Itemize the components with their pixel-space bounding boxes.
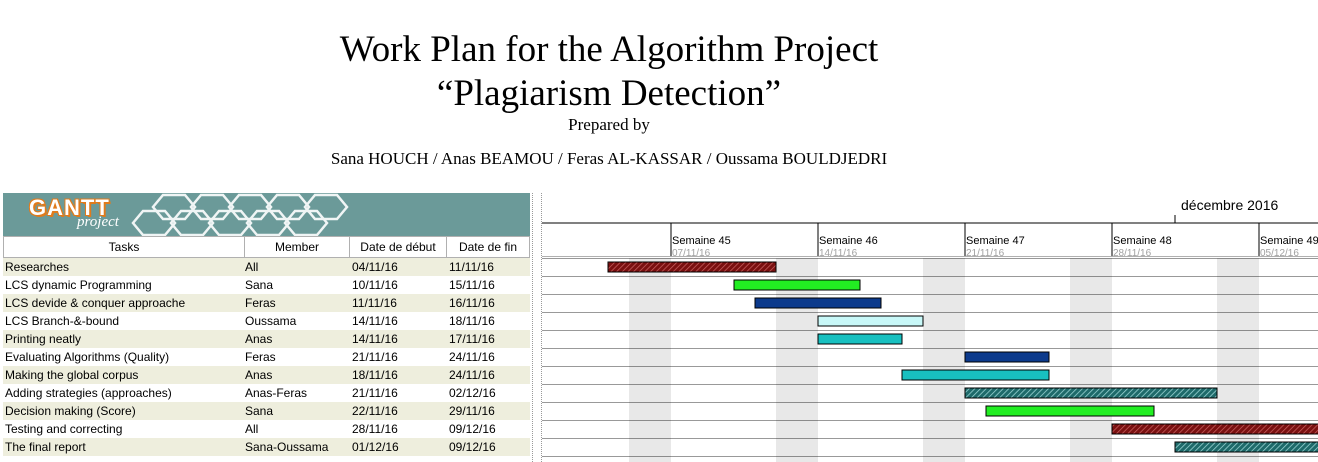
task-start-cell: 04/11/16 xyxy=(352,260,398,274)
task-table-header: Tasks Member Date de début Date de fin xyxy=(3,236,530,258)
task-name-cell: Evaluating Algorithms (Quality) xyxy=(5,350,170,364)
task-end-cell: 18/11/16 xyxy=(449,314,495,328)
ganttproject-logo: GANTT project xyxy=(29,195,119,230)
column-header-end-date[interactable]: Date de fin xyxy=(447,237,530,257)
column-header-start-date[interactable]: Date de début xyxy=(350,237,447,257)
task-bar xyxy=(985,405,1155,417)
column-header-member[interactable]: Member xyxy=(245,237,350,257)
weekend-shading xyxy=(923,258,965,462)
task-member-cell: Oussama xyxy=(245,314,297,328)
task-start-cell: 22/11/16 xyxy=(352,404,398,418)
task-start-cell: 28/11/16 xyxy=(352,422,398,436)
task-member-cell: Feras xyxy=(245,296,276,310)
task-end-cell: 09/12/16 xyxy=(449,422,496,436)
gantt-timeline: décembre 2016 Semaine 4507/11/16 Semaine 4… xyxy=(542,193,1318,462)
task-start-cell: 21/11/16 xyxy=(352,350,398,364)
table-row[interactable]: Decision making (Score) Sana 22/11/16 29/11… xyxy=(3,402,530,420)
week-label: Semaine 49 xyxy=(1260,235,1318,247)
weekend-shading xyxy=(1070,258,1112,462)
table-row[interactable]: Researches All 04/11/16 11/11/16 xyxy=(3,258,530,276)
week-label: Semaine 47 xyxy=(966,235,1025,247)
task-end-cell: 24/11/16 xyxy=(449,368,495,382)
task-start-cell: 14/11/16 xyxy=(352,314,398,328)
task-name-cell: The final report xyxy=(5,440,86,454)
task-member-cell: Anas xyxy=(245,332,273,346)
document-title: Work Plan for the Algorithm Project xyxy=(339,29,879,70)
task-end-cell: 09/12/16 xyxy=(449,440,496,454)
task-name-cell: LCS Branch-&-bound xyxy=(5,314,120,328)
table-row[interactable]: LCS devide & conquer approache Feras 11/11… xyxy=(3,294,530,312)
task-start-cell: 21/11/16 xyxy=(352,386,398,400)
task-name-cell: Adding strategies (approaches) xyxy=(5,386,172,400)
task-name-cell: Researches xyxy=(5,260,70,274)
table-row[interactable]: Adding strategies (approaches) Anas-Feras… xyxy=(3,384,530,402)
task-end-cell: 15/11/16 xyxy=(449,278,495,292)
gantt-chart-panel: GANTT project Tasks Member Date de début… xyxy=(3,193,1318,462)
task-member-cell: All xyxy=(245,422,259,436)
task-end-cell: 16/11/16 xyxy=(449,296,495,310)
task-bar xyxy=(964,387,1218,399)
task-bar xyxy=(733,279,861,291)
month-label: décembre 2016 xyxy=(1181,197,1279,213)
week-date: 05/12/16 xyxy=(1260,248,1299,259)
task-member-cell: Sana xyxy=(245,404,274,418)
week-label: Semaine 48 xyxy=(1113,235,1172,247)
table-row[interactable]: The final report Sana-Oussama 01/12/16 09/1… xyxy=(3,438,530,456)
task-bar xyxy=(817,315,924,327)
task-name-cell: Testing and correcting xyxy=(5,422,123,436)
week-date: 07/11/16 xyxy=(672,248,711,259)
week-label: Semaine 46 xyxy=(819,235,878,247)
task-bar xyxy=(901,369,1050,381)
task-member-cell: All xyxy=(245,260,259,274)
task-bar xyxy=(817,333,903,345)
table-row[interactable]: Testing and correcting All 28/11/16 09/12/1… xyxy=(3,420,530,438)
task-start-cell: 10/11/16 xyxy=(352,278,398,292)
task-name-cell: Printing neatly xyxy=(5,332,82,346)
table-row[interactable]: Evaluating Algorithms (Quality) Feras 21/1… xyxy=(3,348,530,366)
table-row[interactable]: Making the global corpus Anas 18/11/16 24/1… xyxy=(3,366,530,384)
task-end-cell: 02/12/16 xyxy=(449,386,496,400)
hexagon-pattern-decoration xyxy=(131,193,349,236)
task-bar xyxy=(607,261,777,273)
column-header-tasks[interactable]: Tasks xyxy=(3,237,245,257)
task-bar xyxy=(1174,441,1318,453)
task-name-cell: LCS dynamic Programming xyxy=(5,278,152,292)
task-end-cell: 29/11/16 xyxy=(449,404,495,418)
task-end-cell: 24/11/16 xyxy=(449,350,495,364)
task-name-cell: LCS devide & conquer approache xyxy=(5,296,186,310)
task-name-cell: Decision making (Score) xyxy=(5,404,136,418)
task-bar xyxy=(754,297,882,309)
authors-line: Sana HOUCH / Anas BEAMOU / Feras AL-KASS… xyxy=(330,149,888,168)
task-bar xyxy=(964,351,1050,363)
week-label: Semaine 45 xyxy=(672,235,731,247)
week-date: 14/11/16 xyxy=(819,248,858,259)
task-member-cell: Sana-Oussama xyxy=(245,440,329,454)
task-table-body: Researches All 04/11/16 11/11/16 LCS dynamic… xyxy=(3,258,530,456)
week-date: 21/11/16 xyxy=(966,248,1005,259)
table-row[interactable]: LCS Branch-&-bound Oussama 14/11/16 18/11/1… xyxy=(3,312,530,330)
task-name-cell: Making the global corpus xyxy=(5,368,139,382)
document-subtitle: “Plagiarism Detection” xyxy=(436,73,782,114)
task-start-cell: 18/11/16 xyxy=(352,368,398,382)
panel-splitter[interactable] xyxy=(532,193,542,462)
task-end-cell: 17/11/16 xyxy=(449,332,495,346)
task-end-cell: 11/11/16 xyxy=(449,260,494,274)
week-date: 28/11/16 xyxy=(1113,248,1152,259)
task-member-cell: Anas-Feras xyxy=(245,386,308,400)
weekend-shading xyxy=(629,258,671,462)
task-start-cell: 14/11/16 xyxy=(352,332,398,346)
table-row[interactable]: Printing neatly Anas 14/11/16 17/11/16 xyxy=(3,330,530,348)
task-member-cell: Feras xyxy=(245,350,276,364)
task-start-cell: 01/12/16 xyxy=(352,440,399,454)
prepared-by-label: Prepared by xyxy=(568,115,650,134)
ganttproject-banner: GANTT project xyxy=(3,193,530,236)
task-bar xyxy=(1111,423,1318,435)
task-start-cell: 11/11/16 xyxy=(352,296,397,310)
task-table-panel: GANTT project Tasks Member Date de début… xyxy=(3,193,530,462)
task-member-cell: Anas xyxy=(245,368,273,382)
task-member-cell: Sana xyxy=(245,278,274,292)
table-row[interactable]: LCS dynamic Programming Sana 10/11/16 15/11… xyxy=(3,276,530,294)
